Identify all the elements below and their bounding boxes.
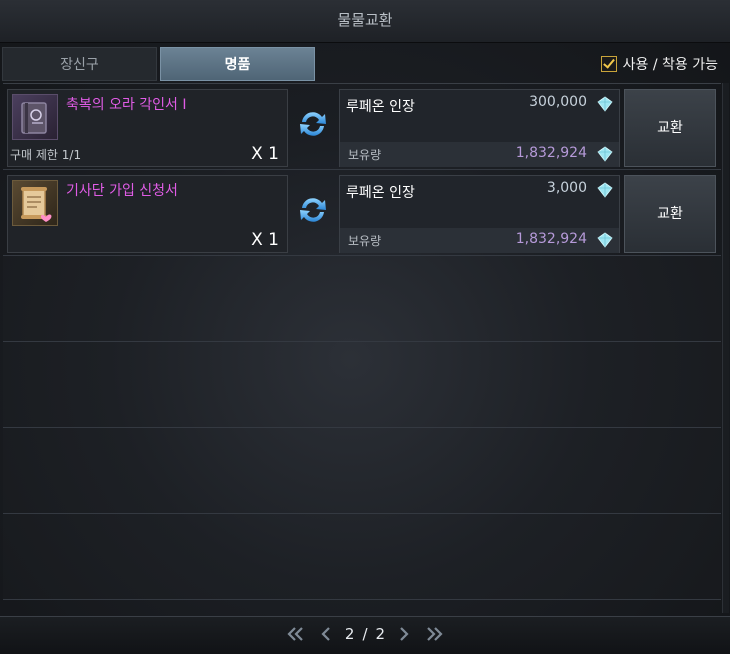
reward-item-box[interactable]: 축복의 오라 각인서 I 구매 제한 1/1 X 1: [7, 89, 288, 167]
trade-row: 축복의 오라 각인서 I 구매 제한 1/1 X 1 루페온 인장 300,00…: [3, 84, 721, 170]
owned-label: 보유량: [348, 148, 382, 162]
trade-row: 기사단 가입 신청서 X 1 루페온 인장 3,000 보유량 1,832,92…: [3, 170, 721, 256]
reward-item-name: 기사단 가입 신청서: [66, 183, 178, 199]
usable-filter[interactable]: 사용 / 착용 가능: [600, 54, 718, 74]
list-scrollbar[interactable]: [722, 83, 729, 613]
swap-icon: [295, 192, 331, 228]
total-pages: 2: [375, 625, 386, 643]
gem-icon: [597, 232, 613, 248]
page-separator: /: [362, 625, 368, 643]
next-page-icon[interactable]: [393, 625, 415, 643]
owned-amount: 1,832,924: [515, 145, 587, 161]
trade-list: 축복의 오라 각인서 I 구매 제한 1/1 X 1 루페온 인장 300,00…: [3, 83, 721, 614]
purchase-limit: 구매 제한 1/1: [10, 148, 82, 162]
gem-icon: [597, 96, 613, 112]
currency-name: 루페온 인장: [346, 99, 415, 115]
exchange-button[interactable]: 교환: [624, 89, 716, 167]
last-page-icon[interactable]: [423, 625, 445, 643]
cost-box: 루페온 인장 3,000 보유량 1,832,924: [339, 175, 620, 253]
tab-luxury[interactable]: 명품: [160, 47, 315, 81]
barter-window: 물물교환 장신구 명품 사용 / 착용 가능 축복의 오라 각인서 I 구매 제…: [0, 0, 730, 654]
owned-amount: 1,832,924: [515, 231, 587, 247]
book-icon: [12, 94, 58, 140]
first-page-icon[interactable]: [285, 625, 307, 643]
window-title: 물물교환: [0, 0, 730, 43]
reward-quantity: X 1: [251, 230, 279, 250]
prev-page-icon[interactable]: [315, 625, 337, 643]
gem-icon: [597, 182, 613, 198]
cost-price: 3,000: [546, 180, 587, 196]
empty-row: [3, 256, 721, 342]
cost-box: 루페온 인장 300,000 보유량 1,832,924: [339, 89, 620, 167]
exchange-button[interactable]: 교환: [624, 175, 716, 253]
empty-row: [3, 428, 721, 514]
cost-price: 300,000: [529, 94, 587, 110]
swap-icon: [295, 106, 331, 142]
reward-quantity: X 1: [251, 144, 279, 164]
currency-name: 루페온 인장: [346, 185, 415, 201]
pagination: 2 / 2: [0, 616, 730, 654]
reward-item-box[interactable]: 기사단 가입 신청서 X 1: [7, 175, 288, 253]
reward-item-name: 축복의 오라 각인서 I: [66, 97, 187, 113]
current-page: 2: [344, 625, 355, 643]
tab-accessories[interactable]: 장신구: [2, 47, 157, 81]
owned-label: 보유량: [348, 234, 382, 248]
gem-icon: [597, 146, 613, 162]
empty-row: [3, 514, 721, 600]
usable-filter-label: 사용 / 착용 가능: [622, 57, 718, 73]
empty-row: [3, 342, 721, 428]
scroll-icon: [12, 180, 58, 226]
usable-checkbox[interactable]: [600, 56, 617, 72]
